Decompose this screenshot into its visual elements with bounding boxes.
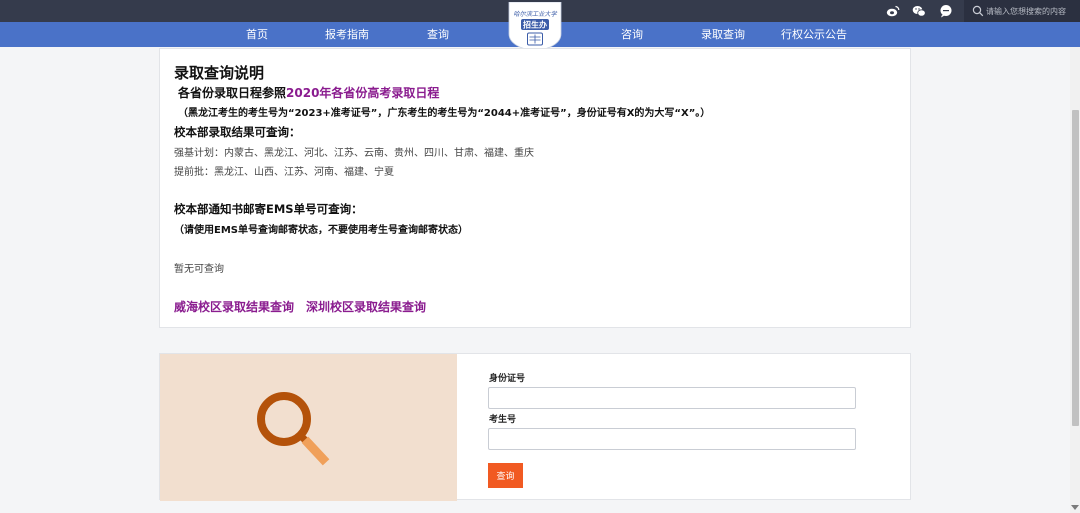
weihai-campus-link[interactable]: 威海校区录取结果查询 <box>174 298 294 315</box>
search-icon[interactable] <box>972 5 984 17</box>
page-scrollbar[interactable] <box>1070 47 1080 513</box>
university-logo[interactable]: 哈尔滨工业大学 招生办 <box>508 2 562 50</box>
qiangji-provinces: 强基计划：内蒙古、黑龙江、河北、江苏、云南、贵州、四川、甘肃、福建、重庆 <box>174 148 534 159</box>
schedule-line: 各省份录取日程参照2020年各省份高考录取日程 <box>178 84 439 101</box>
exam-number-label: 考生号 <box>489 415 517 425</box>
ems-heading: 校本部通知书邮寄EMS单号可查询： <box>174 202 363 216</box>
query-card: 身份证号 考生号 查询 <box>159 353 911 501</box>
chat-icon[interactable] <box>939 4 953 18</box>
scroll-down-arrow-icon[interactable] <box>1071 505 1079 510</box>
nav-item-announcements[interactable]: 行权公示公告 <box>776 22 852 47</box>
shenzhen-campus-link[interactable]: 深圳校区录取结果查询 <box>306 298 426 315</box>
search-box <box>964 0 1080 22</box>
search-input[interactable] <box>986 3 1078 19</box>
not-available-text: 暂无可查询 <box>174 264 224 275</box>
results-heading: 校本部录取结果可查询： <box>174 125 301 139</box>
logo-badge-label: 招生办 <box>523 20 547 30</box>
schedule-link[interactable]: 2020年各省份高考录取日程 <box>286 86 439 100</box>
id-number-input[interactable] <box>488 387 856 409</box>
ems-note: （请使用EMS单号查询邮寄状态，不要使用考生号查询邮寄状态） <box>174 225 468 236</box>
nav-item-home[interactable]: 首页 <box>237 22 277 47</box>
scrollbar-thumb[interactable] <box>1072 110 1079 426</box>
logo-university-name: 哈尔滨工业大学 <box>513 10 557 18</box>
admission-info-card: 录取查询说明 各省份录取日程参照2020年各省份高考录取日程 （黑龙江考生的考生… <box>159 48 911 328</box>
wechat-icon[interactable] <box>912 4 926 18</box>
exam-number-input[interactable] <box>488 428 856 450</box>
id-number-label: 身份证号 <box>489 374 526 384</box>
schedule-prefix: 各省份录取日程参照 <box>178 86 287 100</box>
nav-item-query[interactable]: 查询 <box>418 22 458 47</box>
magnifier-icon <box>257 392 330 466</box>
weibo-icon[interactable] <box>886 4 900 18</box>
tiqian-provinces: 提前批：黑龙江、山西、江苏、河南、福建、宁夏 <box>174 167 394 178</box>
nav-item-consult[interactable]: 咨询 <box>612 22 652 47</box>
nav-item-admission-query[interactable]: 录取查询 <box>694 22 752 47</box>
query-illustration <box>160 354 457 501</box>
query-button[interactable]: 查询 <box>488 463 523 488</box>
exam-number-note: （黑龙江考生的考生号为“2023+准考证号”，广东考生的考生号为“2044+准考… <box>178 108 711 119</box>
nav-item-guide[interactable]: 报考指南 <box>318 22 376 47</box>
info-title: 录取查询说明 <box>174 64 265 82</box>
